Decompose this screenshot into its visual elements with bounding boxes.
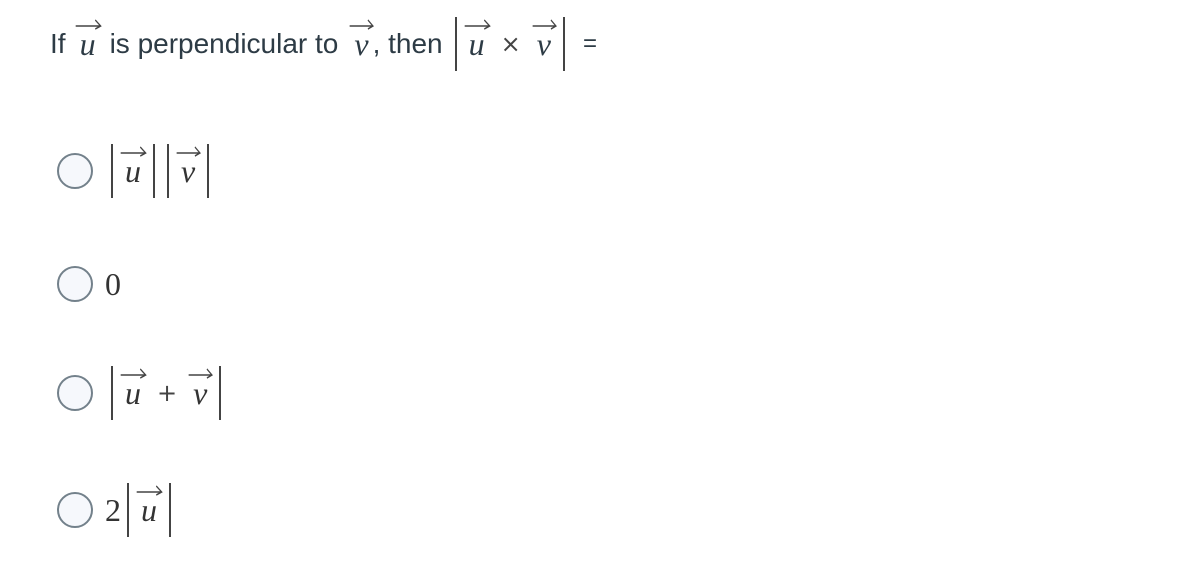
- vector-arrow-icon: [176, 145, 201, 157]
- option-label: 2 u: [105, 483, 177, 537]
- question-prefix: If: [50, 28, 66, 59]
- vector-v: v: [532, 19, 557, 60]
- option-label: u + v: [105, 366, 227, 420]
- vector-u: u: [120, 368, 147, 409]
- vector-v: v: [350, 19, 375, 60]
- cross-product-symbol: ×: [500, 30, 521, 58]
- answer-option-b[interactable]: 0: [57, 254, 121, 314]
- abs-bar-right: [562, 17, 565, 71]
- question-then-text: , then: [372, 28, 443, 59]
- abs-bar-left: [454, 17, 457, 71]
- vector-arrow-icon: [532, 18, 557, 30]
- vector-u: u: [136, 485, 163, 526]
- answer-option-a[interactable]: u v: [57, 141, 215, 201]
- question-middle-text: is perpendicular to: [109, 28, 339, 59]
- vector-arrow-icon: [120, 367, 147, 379]
- radio-button[interactable]: [57, 153, 93, 189]
- option-label: u v: [105, 144, 215, 198]
- abs-bar-left: [111, 366, 113, 420]
- question-prompt: If u is perpendicular to v , then u × v …: [50, 16, 597, 72]
- vector-u: u: [75, 19, 102, 60]
- abs-bar-right: [169, 483, 171, 537]
- answer-option-d[interactable]: 2 u: [57, 480, 177, 540]
- vector-arrow-icon: [349, 18, 375, 30]
- abs-bar-right: [219, 366, 222, 420]
- vector-arrow-icon: [75, 18, 102, 30]
- vector-arrow-icon: [136, 484, 163, 496]
- equals-sign: =: [582, 30, 597, 57]
- coefficient: 2: [105, 491, 121, 528]
- vector-arrow-icon: [120, 145, 147, 157]
- abs-bar-left: [111, 144, 113, 198]
- abs-bar-left: [167, 144, 169, 198]
- vector-u: u: [464, 19, 491, 60]
- vector-u: u: [120, 146, 147, 187]
- answer-option-c[interactable]: u + v: [57, 363, 227, 423]
- vector-v: v: [188, 368, 214, 409]
- radio-button[interactable]: [57, 492, 93, 528]
- radio-button[interactable]: [57, 266, 93, 302]
- abs-bar-left: [127, 483, 129, 537]
- vector-arrow-icon: [464, 18, 491, 30]
- abs-bar-right: [153, 144, 155, 198]
- abs-bar-right: [207, 144, 210, 198]
- option-label: 0: [105, 266, 121, 303]
- vector-v: v: [176, 146, 201, 187]
- zero-value: 0: [105, 265, 121, 302]
- vector-arrow-icon: [188, 367, 214, 379]
- plus-symbol: +: [157, 379, 178, 407]
- radio-button[interactable]: [57, 375, 93, 411]
